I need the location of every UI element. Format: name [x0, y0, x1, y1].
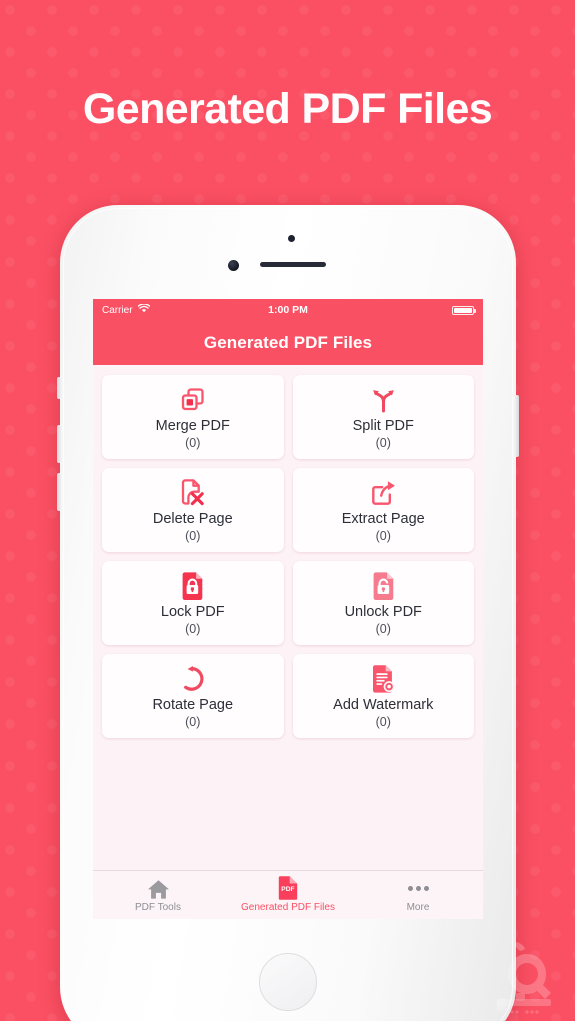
carrier-label: Carrier — [102, 304, 133, 316]
volume-down-button[interactable] — [57, 473, 61, 511]
tile-label: Delete Page — [152, 511, 233, 528]
volume-up-button[interactable] — [57, 425, 61, 463]
tile-label: Add Watermark — [333, 697, 434, 714]
tile-count: (0) — [185, 528, 201, 543]
pdf-file-icon: PDF — [278, 875, 298, 900]
front-camera — [228, 260, 239, 271]
tile-label: Unlock PDF — [344, 604, 422, 621]
silent-switch[interactable] — [57, 377, 61, 399]
phone-device-mockup: Carrier 1:00 PM Generated PDF Files Merg… — [57, 205, 519, 1021]
tile-add-watermark[interactable]: Add Watermark (0) — [292, 654, 474, 738]
split-fork-icon — [370, 385, 397, 415]
page-title: Generated PDF Files — [82, 85, 493, 133]
tile-delete-page[interactable]: Delete Page (0) — [102, 468, 284, 552]
tile-count: (0) — [375, 714, 391, 729]
power-button[interactable] — [515, 395, 519, 457]
merge-squares-icon — [179, 385, 206, 415]
tile-extract-page[interactable]: Extract Page (0) — [292, 468, 474, 552]
battery-icon — [452, 305, 476, 315]
proximity-sensor — [288, 235, 295, 242]
earpiece-speaker — [260, 262, 326, 267]
pdf-tools-grid: Merge PDF (0) Split PDF (0) Delete Page … — [93, 365, 483, 738]
tile-rotate-page[interactable]: Rotate Page (0) — [102, 654, 284, 738]
tile-label: Extract Page — [341, 511, 425, 528]
tile-unlock-pdf[interactable]: Unlock PDF (0) — [292, 561, 474, 645]
tile-count: (0) — [375, 435, 391, 450]
tile-count: (0) — [185, 435, 201, 450]
tab-label: PDF Tools — [135, 901, 181, 913]
tile-count: (0) — [185, 714, 201, 729]
tile-label: Rotate Page — [152, 697, 234, 714]
tile-label: Lock PDF — [160, 604, 225, 621]
status-bar-right — [452, 305, 476, 315]
status-bar-left: Carrier — [102, 303, 150, 316]
tile-label: Merge PDF — [155, 418, 230, 435]
ellipsis-icon — [407, 878, 429, 900]
document-watermark-icon — [371, 664, 395, 694]
tab-label: Generated PDF Files — [241, 901, 335, 913]
tab-more[interactable]: More — [353, 871, 483, 919]
tile-merge-pdf[interactable]: Merge PDF (0) — [102, 375, 284, 459]
navbar-title: Generated PDF Files — [203, 333, 373, 352]
home-button[interactable] — [259, 953, 317, 1011]
tile-count: (0) — [185, 621, 201, 636]
status-bar: Carrier 1:00 PM — [93, 299, 483, 321]
tab-generated-pdf-files[interactable]: PDF Generated PDF Files — [223, 871, 353, 919]
svg-text:PDF: PDF — [281, 886, 294, 893]
wifi-icon — [137, 303, 150, 316]
status-bar-clock: 1:00 PM — [268, 304, 308, 316]
document-lock-icon — [181, 571, 204, 601]
tile-lock-pdf[interactable]: Lock PDF (0) — [102, 561, 284, 645]
phone-screen: Carrier 1:00 PM Generated PDF Files Merg… — [93, 299, 483, 919]
tab-label: More — [406, 901, 430, 913]
document-unlock-icon — [372, 571, 395, 601]
tile-count: (0) — [375, 528, 391, 543]
tab-bar: PDF Tools PDF Generated PDF Files More — [93, 870, 483, 919]
navigation-bar: Generated PDF Files — [93, 321, 483, 365]
document-delete-icon — [179, 478, 206, 508]
rotate-arrow-icon — [179, 664, 206, 694]
tab-pdf-tools[interactable]: PDF Tools — [93, 871, 223, 919]
tile-split-pdf[interactable]: Split PDF (0) — [292, 375, 474, 459]
home-icon — [147, 878, 170, 900]
tile-label: Split PDF — [352, 418, 414, 435]
tile-count: (0) — [375, 621, 391, 636]
extract-share-icon — [370, 478, 397, 508]
